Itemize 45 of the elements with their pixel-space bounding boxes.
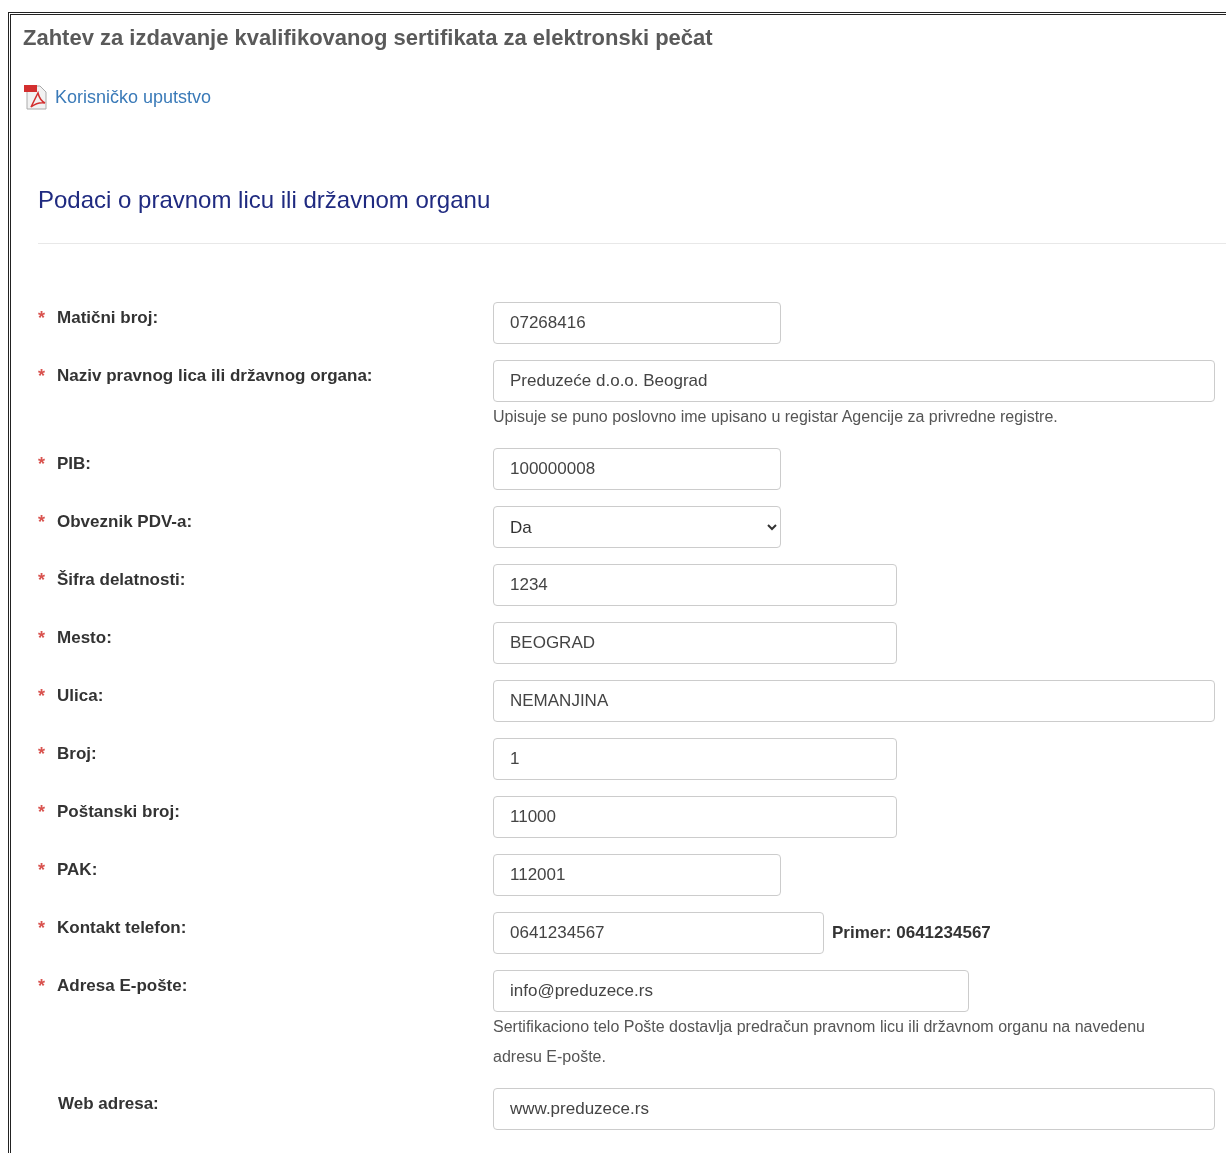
required-mark: * (38, 628, 45, 650)
section-heading: Podaci o pravnom licu ili državnom organu (38, 185, 492, 215)
field-label: Mesto: (57, 628, 112, 649)
field-label: Broj: (57, 744, 97, 765)
input-field[interactable]: NEMANJINA (493, 680, 1215, 722)
field-label: Ulica: (57, 686, 104, 707)
input-field[interactable]: 07268416 (493, 302, 781, 344)
required-mark: * (38, 366, 45, 388)
input-field[interactable]: 100000008 (493, 448, 781, 490)
required-mark: * (38, 686, 45, 708)
example-text: Primer: 0641234567 (832, 923, 991, 943)
input-field[interactable]: www.preduzece.rs (493, 1088, 1215, 1130)
input-field[interactable]: Preduzeće d.o.o. Beograd (493, 360, 1215, 402)
field-label: Šifra delatnosti: (57, 570, 186, 591)
required-mark: * (38, 976, 45, 998)
required-mark: * (38, 308, 45, 330)
hint-text: Sertifikaciono telo Pošte dostavlja predračun pravnom licu ili državnom organu na navedenu adresu E-pošte. (493, 1017, 1146, 1067)
select-field[interactable]: Da (493, 506, 781, 548)
required-mark: * (38, 454, 45, 476)
page-title: Zahtev za izdavanje kvalifikovanog sertifikata za elektronski pečat (23, 24, 714, 52)
required-mark: * (38, 744, 45, 766)
hint-text: Upisuje se puno poslovno ime upisano u registar Agencije za privredne registre. (493, 407, 1059, 427)
required-mark: * (38, 802, 45, 824)
field-label: Web adresa: (58, 1094, 159, 1115)
field-label: Naziv pravnog lica ili državnog organa: (57, 366, 373, 387)
input-field[interactable]: 1 (493, 738, 897, 780)
input-field[interactable]: 0641234567 (493, 912, 824, 954)
pdf-file-icon (23, 83, 49, 111)
input-field[interactable]: 11000 (493, 796, 897, 838)
input-field[interactable]: 1234 (493, 564, 897, 606)
field-label: Kontakt telefon: (57, 918, 187, 939)
input-field[interactable]: 112001 (493, 854, 781, 896)
input-field[interactable]: info@preduzece.rs (493, 970, 969, 1012)
field-label: PAK: (57, 860, 98, 881)
required-mark: * (38, 512, 45, 534)
field-label: Obveznik PDV-a: (57, 512, 193, 533)
required-mark: * (38, 570, 45, 592)
required-mark: * (38, 918, 45, 940)
field-label: Matični broj: (57, 308, 159, 329)
field-label: PIB: (57, 454, 91, 475)
input-field[interactable]: BEOGRAD (493, 622, 897, 664)
user-manual-link[interactable]: Korisničko uputstvo (23, 83, 212, 111)
field-label: Poštanski broj: (57, 802, 180, 823)
field-label: Adresa E-pošte: (57, 976, 188, 997)
required-mark: * (38, 860, 45, 882)
